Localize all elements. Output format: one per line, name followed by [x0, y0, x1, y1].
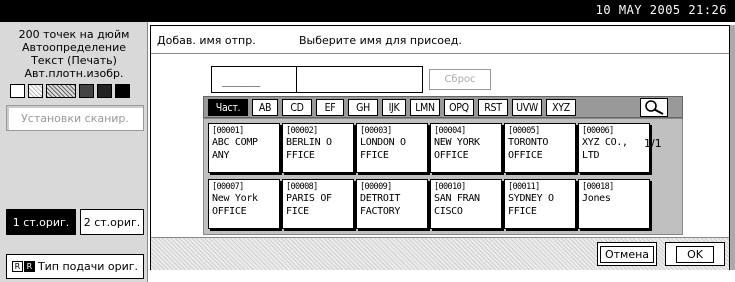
tab-cd[interactable]: CD [282, 99, 312, 116]
divider [151, 53, 729, 54]
sender-entry[interactable]: [00007] New York OFFICE [208, 179, 280, 229]
tab-gh[interactable]: GH [348, 99, 378, 116]
entry-code: [00003] [360, 126, 392, 136]
sender-entry[interactable]: [00001] ABC COMP ANY [208, 123, 280, 173]
tab-opq[interactable]: OPQ [444, 99, 474, 116]
scan-settings-button[interactable]: Установки сканир. [6, 105, 144, 131]
sender-name-field[interactable]: ______ [211, 66, 423, 93]
entry-code: [00008] [286, 182, 318, 192]
resolution-label: 200 точек на дюйм [18, 28, 130, 41]
entry-name-cont: FACTORY [360, 206, 401, 217]
tab-rst[interactable]: RST [478, 99, 508, 116]
entry-code: [00009] [360, 182, 392, 192]
tab-ab[interactable]: AB [252, 99, 278, 116]
search-icon[interactable] [640, 98, 668, 117]
entry-name-cont: FFICE [508, 206, 537, 217]
sender-entry[interactable]: [00010] SAN FRAN CISCO [430, 179, 502, 229]
entry-name-cont: OFFICE [434, 150, 469, 161]
density-level-4[interactable] [79, 84, 94, 98]
entry-name: SYDNEY O [508, 193, 554, 204]
sender-entry[interactable]: [00005] TORONTO OFFICE [504, 123, 576, 173]
page-indicator: 1/1 [644, 137, 662, 150]
dialog-footer: Отмена OK [151, 237, 729, 270]
status-bar: 10 MAY 2005 21:26 [0, 0, 735, 22]
datetime: 10 MAY 2005 21:26 [595, 3, 727, 17]
entry-name: TORONTO [508, 137, 549, 148]
sender-entry[interactable]: [00004] NEW YORK OFFICE [430, 123, 502, 173]
sender-dialog: Добав. имя отпр. Выберите имя для присое… [150, 25, 730, 270]
ok-label: OK [676, 245, 714, 263]
entry-name: SAN FRAN [434, 193, 480, 204]
entry-name-cont: OFFICE [508, 150, 543, 161]
auto-detect-label: Автоопределение [21, 41, 127, 54]
density-level-5[interactable] [97, 84, 112, 98]
entry-code: [00005] [508, 126, 540, 136]
entry-name: ABC COMP [212, 137, 258, 148]
entry-name: NEW YORK [434, 137, 480, 148]
sender-entry[interactable]: [00009] DETROIT FACTORY [356, 179, 428, 229]
entry-name: XYZ CO., [582, 137, 628, 148]
entry-name: LONDON O [360, 137, 406, 148]
entry-name-cont: FFICE [360, 150, 389, 161]
text-print-label: Текст (Печать) [31, 54, 117, 67]
scan-settings-panel: 200 точек на дюйм Автоопределение Текст … [0, 22, 148, 282]
entry-code: [00001] [212, 126, 244, 136]
sender-entry[interactable]: [00006] XYZ CO., LTD [578, 123, 650, 173]
entry-name-cont: FFICE [286, 150, 315, 161]
sender-entry[interactable]: [00003] LONDON O FFICE [356, 123, 428, 173]
entry-code: [00007] [212, 182, 244, 192]
density-level-6[interactable] [115, 84, 130, 98]
entry-name-cont: OFFICE [212, 206, 247, 217]
feed-type-button[interactable]: RR Тип подачи ориг. [6, 254, 144, 279]
tab-ef[interactable]: EF [316, 99, 344, 116]
entry-name: DETROIT [360, 193, 401, 204]
clear-button[interactable]: Сброс [429, 69, 491, 90]
entry-name-cont: FICE [286, 206, 309, 217]
sender-name-value: ______ [222, 73, 260, 87]
index-tab-bar: Част. AB CD EF GH IJK LMN OPQ RST UVW XY… [203, 96, 683, 118]
sender-entry[interactable]: [00011] SYDNEY O FFICE [504, 179, 576, 229]
density-level-1[interactable] [10, 84, 25, 98]
entry-name-cont: LTD [582, 150, 600, 161]
entry-code: [00006] [582, 126, 614, 136]
tab-uvw[interactable]: UVW [512, 99, 542, 116]
tab-ijk[interactable]: IJK [382, 99, 406, 116]
dialog-instruction: Выберите имя для присоед. [299, 34, 462, 47]
original-orientation-icon: R [11, 261, 23, 272]
sender-entry[interactable]: [00018] Jones [578, 179, 650, 229]
density-level-3[interactable] [46, 84, 76, 98]
entry-code: [00002] [286, 126, 318, 136]
entry-name: New York [212, 193, 258, 204]
entry-code: [00010] [434, 182, 466, 192]
destination-list: [00001] ABC COMP ANY [00002] BERLIN O FF… [203, 118, 683, 235]
one-sided-original-button[interactable]: 1 ст.ориг. [6, 209, 76, 235]
entry-name: BERLIN O [286, 137, 332, 148]
tab-frequent[interactable]: Част. [208, 99, 248, 116]
tab-xyz[interactable]: XYZ [546, 99, 576, 116]
density-level-2[interactable] [28, 84, 43, 98]
ok-button[interactable]: OK [665, 242, 725, 266]
entry-name-cont: ANY [212, 150, 230, 161]
two-sided-original-button[interactable]: 2 ст.ориг. [80, 209, 144, 235]
feed-type-label: Тип подачи ориг. [37, 260, 139, 273]
original-orientation-icon: R [23, 261, 35, 272]
sender-entry[interactable]: [00002] BERLIN O FFICE [282, 123, 354, 173]
tab-lmn[interactable]: LMN [410, 99, 440, 116]
cancel-button[interactable]: Отмена [597, 242, 657, 266]
field-divider [296, 67, 297, 92]
entry-name: PARIS OF [286, 193, 332, 204]
entry-code: [00018] [582, 182, 614, 192]
entry-name: Jones [582, 193, 611, 204]
sender-entry[interactable]: [00008] PARIS OF FICE [282, 179, 354, 229]
density-selector[interactable] [10, 84, 133, 98]
dialog-title: Добав. имя отпр. [157, 34, 256, 47]
entry-code: [00004] [434, 126, 466, 136]
entry-name-cont: CISCO [434, 206, 463, 217]
scroll-strip [730, 25, 735, 270]
cancel-label: Отмена [599, 245, 655, 263]
auto-density-label: Авт.плотн.изобр. [24, 67, 124, 80]
entry-code: [00011] [508, 182, 540, 192]
